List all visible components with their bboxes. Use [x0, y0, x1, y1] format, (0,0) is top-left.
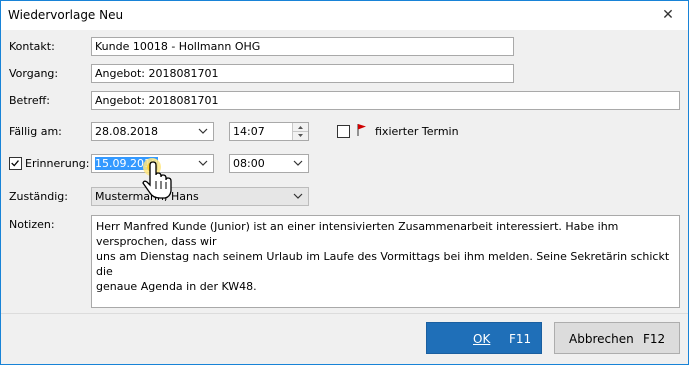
- hand-pointer-icon: [142, 158, 172, 199]
- zustaendig-combo[interactable]: Mustermann, Hans: [91, 187, 309, 206]
- ok-button-shortcut: F11: [509, 332, 532, 346]
- window-title: Wiedervorlage Neu: [8, 8, 124, 22]
- kontakt-field[interactable]: Kunde 10018 - Hollmann OHG: [91, 37, 514, 56]
- checkmark-icon: [11, 160, 19, 167]
- close-icon[interactable]: ✕: [648, 1, 688, 30]
- erinnerung-time-value: 08:00: [233, 157, 265, 170]
- chevron-down-icon[interactable]: [292, 190, 304, 202]
- faellig-time-value: 14:07: [233, 125, 265, 138]
- vorgang-label: Vorgang:: [9, 67, 59, 80]
- cancel-button-label: Abbrechen: [569, 332, 634, 346]
- betreff-label: Betreff:: [9, 94, 50, 107]
- faellig-date-value: 28.08.2018: [95, 125, 158, 138]
- chevron-down-icon[interactable]: [197, 157, 209, 169]
- button-divider: [1, 313, 688, 314]
- erinnerung-label: Erinnerung:: [25, 157, 90, 170]
- notizen-textarea[interactable]: Herr Manfred Kunde (Junior) ist an einer…: [91, 215, 680, 308]
- cancel-button[interactable]: Abbrechen F12: [554, 322, 680, 354]
- chevron-down-icon[interactable]: [197, 125, 209, 137]
- faellig-time-spinner[interactable]: 14:07: [229, 122, 309, 141]
- notizen-label: Notizen:: [9, 218, 55, 231]
- betreff-field[interactable]: Angebot: 2018081701: [91, 91, 680, 110]
- vorgang-field[interactable]: Angebot: 2018081701: [91, 64, 514, 83]
- fixiert-checkbox[interactable]: [337, 125, 350, 138]
- spin-down-icon[interactable]: [293, 132, 308, 140]
- ok-button-label: OK: [473, 332, 491, 346]
- erinnerung-checkbox[interactable]: [9, 157, 22, 170]
- dialog-window: Wiedervorlage Neu ✕ Kontakt: Kunde 10018…: [0, 0, 689, 365]
- title-bar: Wiedervorlage Neu ✕: [1, 1, 688, 30]
- faellig-date-combo[interactable]: 28.08.2018: [91, 122, 214, 141]
- faellig-label: Fällig am:: [9, 125, 62, 138]
- ok-button[interactable]: OK F11: [426, 322, 542, 354]
- erinnerung-time-combo[interactable]: 08:00: [229, 154, 309, 173]
- chevron-down-icon[interactable]: [292, 157, 304, 169]
- flag-icon: [357, 124, 366, 136]
- kontakt-label: Kontakt:: [9, 40, 55, 53]
- cancel-button-shortcut: F12: [643, 332, 666, 346]
- spin-up-icon[interactable]: [293, 123, 308, 132]
- zustaendig-label: Zuständig:: [9, 190, 68, 203]
- faellig-time-spin: [292, 123, 308, 140]
- fixiert-label: fixierter Termin: [375, 125, 459, 138]
